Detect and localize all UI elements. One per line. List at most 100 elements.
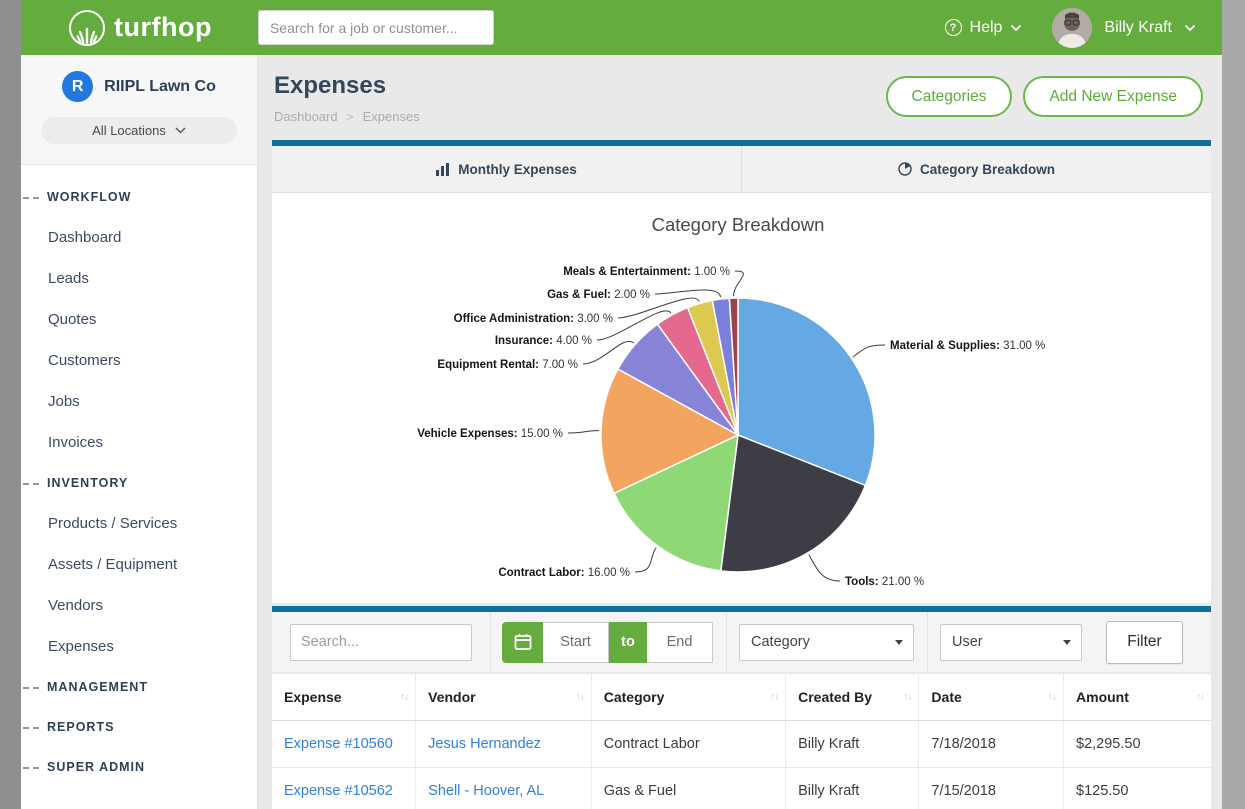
column-header-vendor[interactable]: Vendor ↑↓: [416, 674, 592, 721]
user-menu[interactable]: Billy Kraft: [1052, 8, 1196, 48]
pie-chart: Category Breakdown Material & Supplies: …: [272, 193, 1211, 603]
pie-leader-line: [809, 555, 840, 581]
breadcrumb-dashboard[interactable]: Dashboard: [274, 109, 338, 124]
caret-down-icon: [1063, 640, 1071, 645]
section-label: REPORTS: [47, 720, 114, 734]
sidebar-section-super-admin[interactable]: SUPER ADMIN: [21, 747, 257, 787]
tab-monthly-expenses[interactable]: Monthly Expenses: [272, 146, 741, 192]
column-header-date[interactable]: Date ↑↓: [919, 674, 1064, 721]
pie-leader-line: [853, 345, 885, 357]
location-selector[interactable]: All Locations: [41, 117, 237, 144]
column-label: Date: [931, 689, 961, 705]
column-header-created-by[interactable]: Created By↑↓: [786, 674, 919, 721]
calendar-button[interactable]: [502, 622, 543, 663]
sort-icon: ↑↓: [576, 692, 584, 703]
top-bar: turfhop ? Help: [21, 0, 1222, 55]
tab-label: Monthly Expenses: [458, 162, 577, 177]
sidebar-section-workflow[interactable]: WORKFLOW: [21, 177, 257, 217]
section-dash-icon: [23, 483, 39, 485]
company-name: RIIPL Lawn Co: [104, 78, 216, 96]
sidebar-item-dashboard[interactable]: Dashboard: [21, 217, 257, 258]
table-header-row: Expense↑↓ Vendor↑↓ Category↑↓ Created By…: [272, 674, 1211, 721]
pie-chart-panel: Category Breakdown Material & Supplies: …: [272, 193, 1211, 603]
pie-label: Office Administration: 3.00 %: [454, 313, 613, 325]
categories-button[interactable]: Categories: [886, 76, 1013, 117]
sidebar-item-invoices[interactable]: Invoices: [21, 422, 257, 463]
sidebar-item-products-services[interactable]: Products / Services: [21, 503, 257, 544]
sidebar-item-vendors[interactable]: Vendors: [21, 585, 257, 626]
pie-label: Equipment Rental: 7.00 %: [437, 359, 578, 371]
sidebar-nav: WORKFLOW Dashboard Leads Quotes Customer…: [21, 165, 257, 799]
chevron-down-icon: [1184, 24, 1196, 32]
column-header-expense[interactable]: Expense↑↓: [272, 674, 416, 721]
sort-icon: ↑↓: [770, 692, 778, 703]
column-label: Expense: [284, 689, 342, 705]
amount-cell: $125.50: [1064, 768, 1211, 809]
date-cell: 7/15/2018: [919, 768, 1064, 809]
date-start-input[interactable]: [543, 622, 609, 663]
expense-link[interactable]: Expense #10562: [284, 783, 393, 799]
tab-category-breakdown[interactable]: Category Breakdown: [741, 146, 1211, 192]
section-dash-icon: [23, 197, 39, 199]
pie-label: Tools: 21.00 %: [845, 576, 924, 588]
sidebar-company-block: R RIIPL Lawn Co All Locations: [21, 55, 257, 165]
date-to-label: to: [609, 622, 647, 663]
add-new-expense-button[interactable]: Add New Expense: [1023, 76, 1203, 117]
sort-icon: ↑↓: [1048, 692, 1056, 703]
vendor-link[interactable]: Shell - Hoover, AL: [428, 783, 544, 799]
category-select[interactable]: Category: [739, 624, 914, 661]
sidebar-item-customers[interactable]: Customers: [21, 340, 257, 381]
global-search-input[interactable]: [258, 10, 494, 45]
pie-label: Meals & Entertainment: 1.00 %: [563, 266, 730, 278]
filter-button[interactable]: Filter: [1106, 621, 1183, 664]
amount-cell: $2,295.50: [1064, 721, 1211, 768]
top-right-menu: ? Help Billy Kraft: [945, 8, 1196, 48]
sidebar-item-quotes[interactable]: Quotes: [21, 299, 257, 340]
pie-leader-line: [734, 271, 744, 296]
expense-link[interactable]: Expense #10560: [284, 736, 393, 752]
tab-label: Category Breakdown: [920, 162, 1055, 177]
filter-divider: [927, 612, 928, 672]
pie-label: Contract Labor: 16.00 %: [498, 567, 630, 579]
date-cell: 7/18/2018: [919, 721, 1064, 768]
sidebar-section-reports[interactable]: REPORTS: [21, 707, 257, 747]
section-dash-icon: [23, 767, 39, 769]
calendar-icon: [514, 633, 532, 651]
window-letterbox-right: [1222, 0, 1245, 809]
bar-chart-icon: [436, 163, 450, 176]
sidebar-section-management[interactable]: MANAGEMENT: [21, 667, 257, 707]
column-header-category[interactable]: Category↑↓: [591, 674, 785, 721]
sidebar-item-assets-equipment[interactable]: Assets / Equipment: [21, 544, 257, 585]
help-menu[interactable]: ? Help: [945, 19, 1023, 37]
user-name: Billy Kraft: [1104, 19, 1172, 37]
sidebar-item-leads[interactable]: Leads: [21, 258, 257, 299]
table-search-input[interactable]: [290, 624, 472, 661]
section-label: SUPER ADMIN: [47, 760, 145, 774]
column-header-amount[interactable]: Amount↑↓: [1064, 674, 1211, 721]
column-label: Amount: [1076, 689, 1129, 705]
pie-leader-line: [635, 548, 656, 573]
chart-tabs: Monthly Expenses Category Breakdown: [272, 140, 1211, 193]
brand-logo[interactable]: turfhop: [69, 10, 212, 46]
chart-title: Category Breakdown: [652, 214, 825, 235]
location-selector-label: All Locations: [92, 123, 166, 138]
pie-leader-line: [568, 431, 599, 433]
sort-icon: ↑↓: [903, 692, 911, 703]
avatar: [1052, 8, 1092, 48]
company-avatar: R: [62, 71, 93, 102]
table-row: Expense #10560 Jesus Hernandez Contract …: [272, 721, 1211, 768]
section-dash-icon: [23, 687, 39, 689]
help-label: Help: [970, 19, 1003, 37]
sidebar-item-jobs[interactable]: Jobs: [21, 381, 257, 422]
pie-label: Insurance: 4.00 %: [495, 335, 592, 347]
date-end-input[interactable]: [647, 622, 713, 663]
pie-chart-icon: [898, 162, 912, 176]
column-label: Vendor: [428, 689, 475, 705]
sidebar-section-inventory[interactable]: INVENTORY: [21, 463, 257, 503]
user-select[interactable]: User: [940, 624, 1082, 661]
created-by-cell: Billy Kraft: [786, 721, 919, 768]
sidebar-item-expenses[interactable]: Expenses: [21, 626, 257, 667]
vendor-link[interactable]: Jesus Hernandez: [428, 736, 541, 752]
window-letterbox-left: [0, 0, 21, 809]
pie-leader-line: [655, 290, 721, 297]
